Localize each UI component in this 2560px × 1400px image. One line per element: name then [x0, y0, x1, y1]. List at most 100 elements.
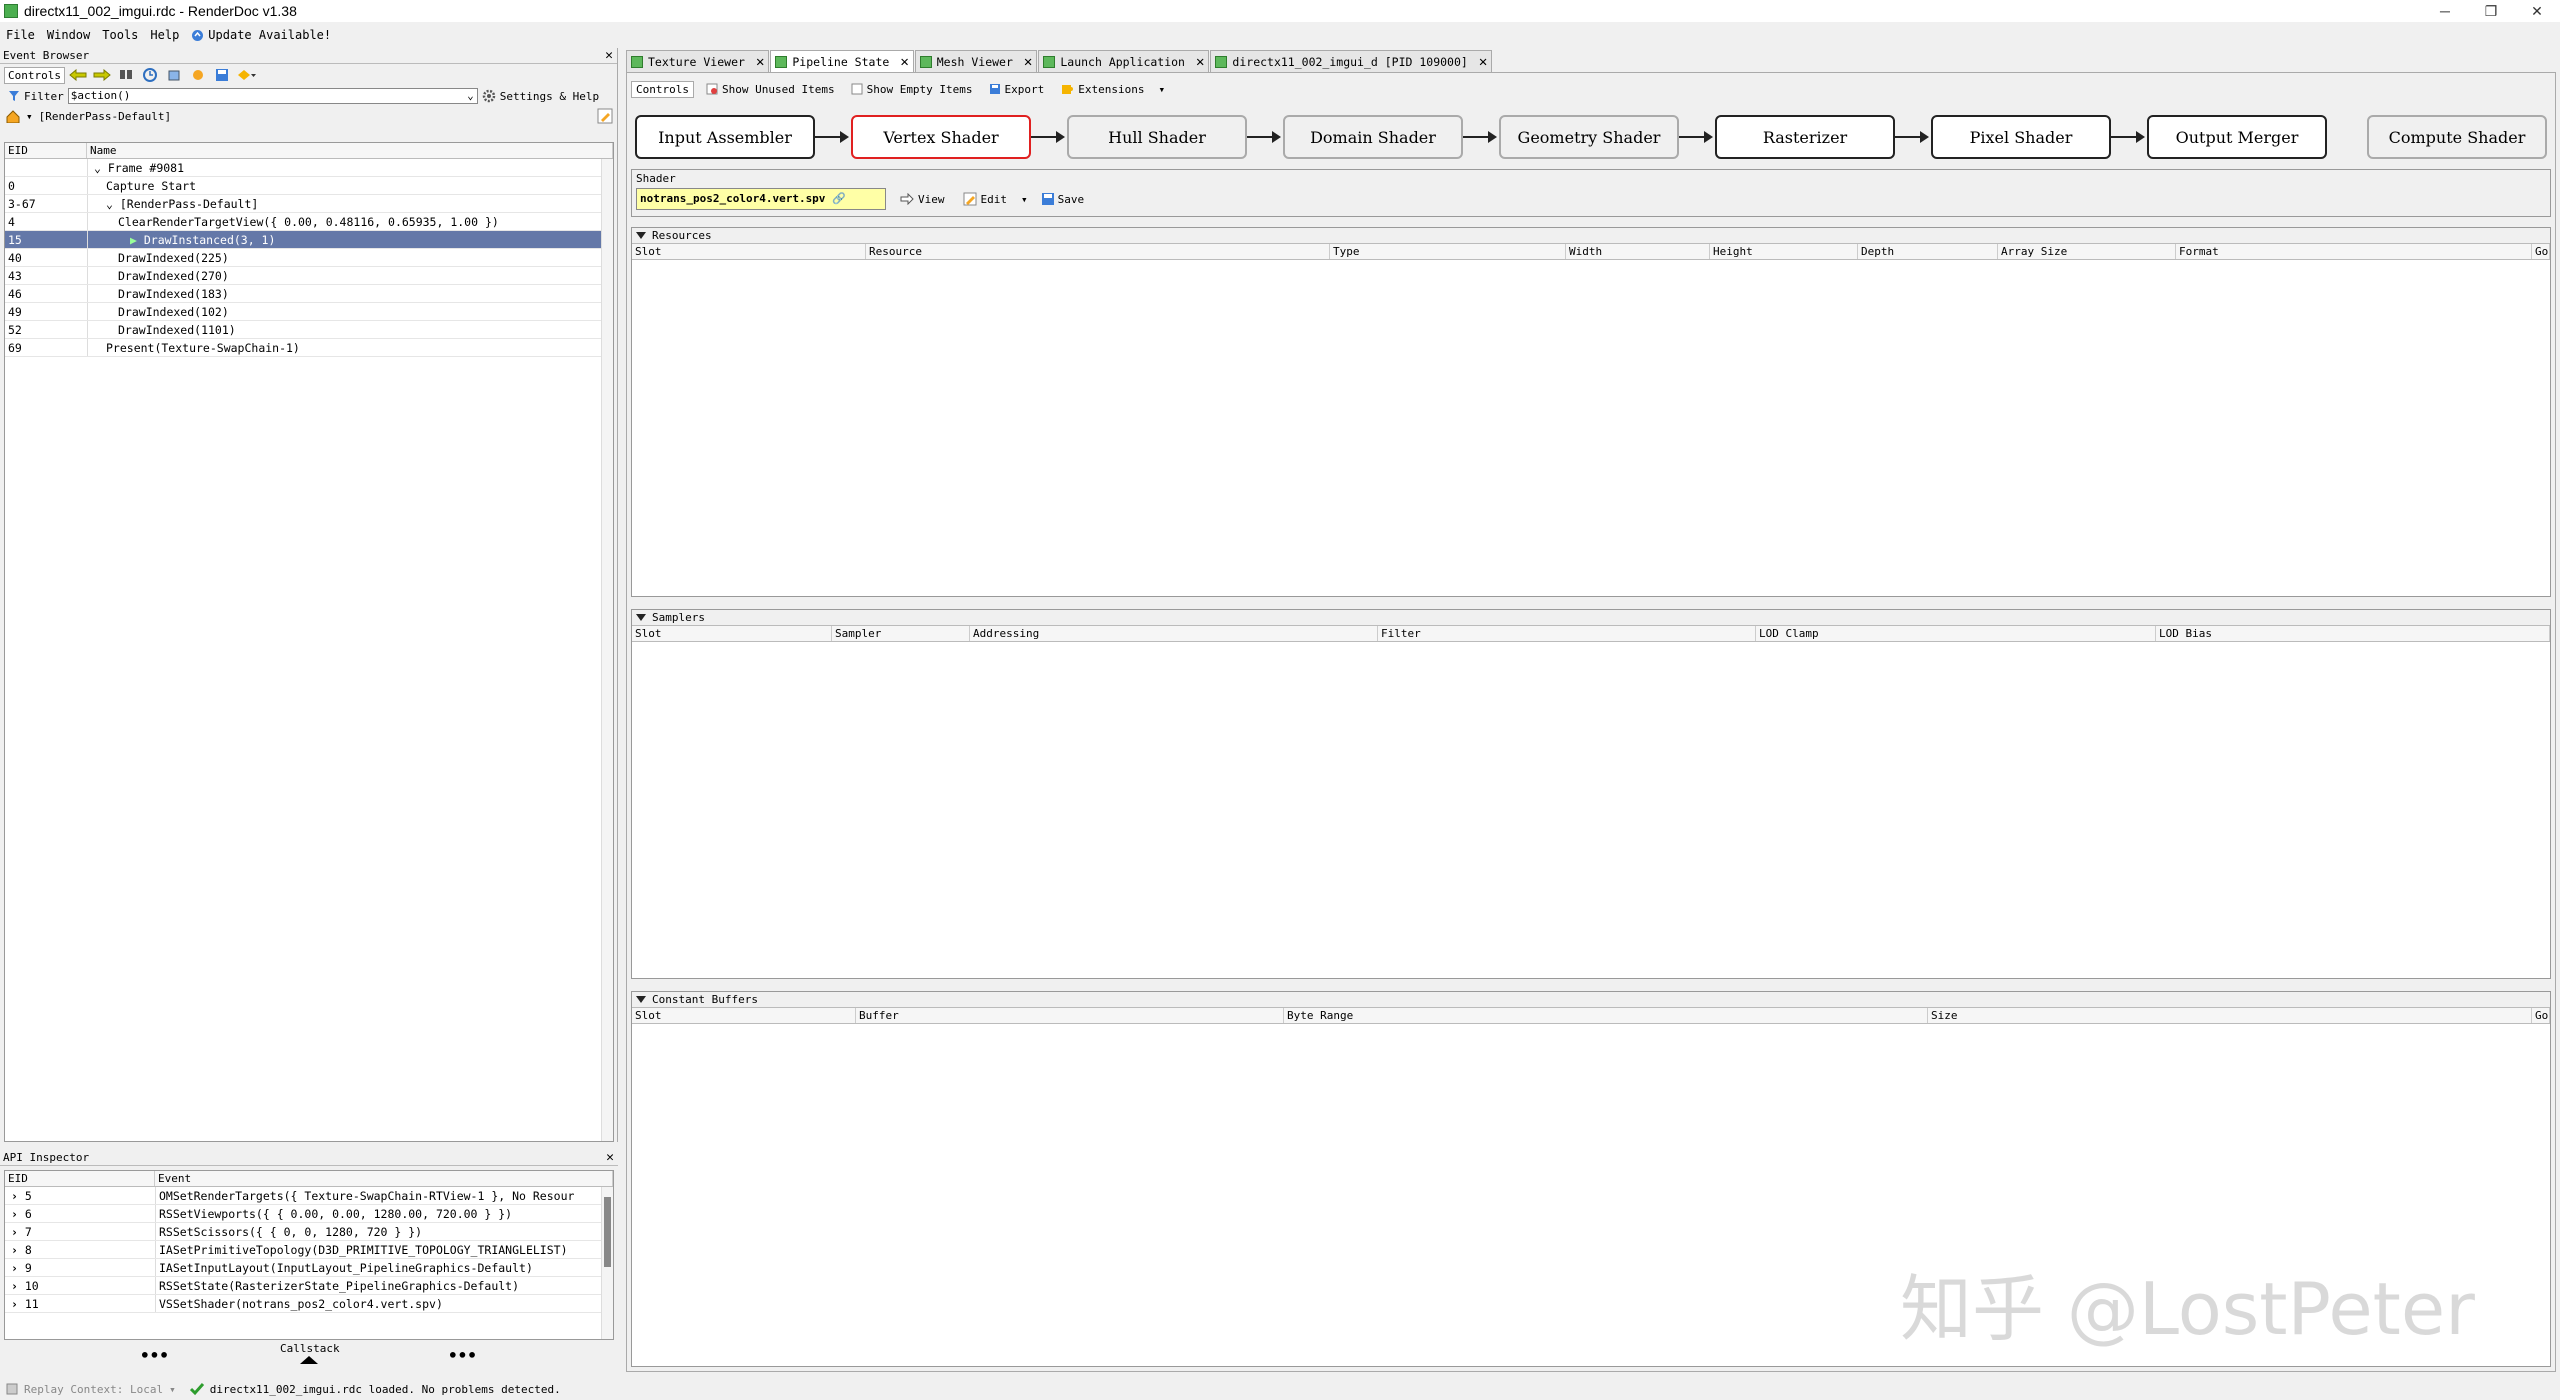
column-header[interactable]: Size — [1928, 1008, 2532, 1023]
event-row[interactable]: 49 DrawIndexed(102) — [5, 303, 613, 321]
stage-output-merger[interactable]: Output Merger — [2147, 115, 2327, 159]
callstack-up-icon[interactable] — [300, 1356, 318, 1364]
event-row[interactable]: 52 DrawIndexed(1101) — [5, 321, 613, 339]
api-row[interactable]: › 5 OMSetRenderTargets({ Texture-SwapChai… — [5, 1187, 613, 1205]
column-header[interactable]: Resource — [866, 244, 1330, 259]
event-row[interactable]: 3-67 ⌄ [RenderPass-Default] — [5, 195, 613, 213]
gear-icon[interactable] — [482, 89, 496, 103]
column-header[interactable]: Addressing — [970, 626, 1378, 641]
settings-help-button[interactable]: Settings & Help — [500, 90, 599, 103]
api-row[interactable]: › 9 IASetInputLayout(InputLayout_Pipeline… — [5, 1259, 613, 1277]
pipeline-controls-tab[interactable]: Controls — [631, 80, 694, 98]
collapse-caret-icon[interactable] — [636, 232, 646, 239]
tab-texture-viewer[interactable]: Texture Viewer ✕ — [626, 50, 770, 72]
shader-name-field[interactable]: notrans_pos2_color4.vert.spv 🔗 — [636, 188, 886, 210]
restore-button[interactable]: ❐ — [2468, 0, 2514, 22]
link-icon[interactable]: 🔗 — [832, 192, 846, 205]
view-shader-button[interactable]: View — [896, 189, 949, 209]
api-scroll-thumb[interactable] — [604, 1197, 611, 1267]
home-icon[interactable] — [6, 109, 20, 123]
extensions-button[interactable]: Extensions ▾ — [1056, 79, 1169, 99]
replay-dropdown-icon[interactable]: ▾ — [169, 1383, 176, 1396]
close-tab-icon[interactable]: ✕ — [900, 54, 908, 70]
stage-rasterizer[interactable]: Rasterizer — [1715, 115, 1895, 159]
show-unused-button[interactable]: Show Unused Items — [702, 79, 839, 99]
col-eid[interactable]: EID — [5, 143, 87, 158]
edit-dropdown-icon[interactable]: ▾ — [1021, 193, 1028, 206]
expand-icon[interactable]: ⌄ — [94, 161, 108, 175]
close-tab-icon[interactable]: ✕ — [756, 54, 764, 70]
column-header[interactable]: Type — [1330, 244, 1566, 259]
column-header[interactable]: LOD Bias — [2156, 626, 2550, 641]
expand-icon[interactable]: › — [11, 1261, 25, 1275]
column-header[interactable]: Depth — [1858, 244, 1998, 259]
samplers-header[interactable]: Samplers — [632, 610, 2550, 626]
column-header[interactable]: Filter — [1378, 626, 1756, 641]
stage-pixel-shader[interactable]: Pixel Shader — [1931, 115, 2111, 159]
expand-icon[interactable]: › — [11, 1243, 25, 1257]
api-row[interactable]: › 6 RSSetViewports({ { 0.00, 0.00, 1280.0… — [5, 1205, 613, 1223]
stage-hull-shader[interactable]: Hull Shader — [1067, 115, 1247, 159]
constant-buffers-header[interactable]: Constant Buffers — [632, 992, 2550, 1008]
menu-update-available[interactable]: Update Available! — [185, 28, 337, 42]
event-row[interactable]: ⌄ Frame #9081 — [5, 159, 613, 177]
stage-vertex-shader[interactable]: Vertex Shader — [851, 115, 1031, 159]
menu-file[interactable]: File — [0, 28, 41, 42]
stage-compute-shader[interactable]: Compute Shader — [2367, 115, 2547, 159]
menu-tools[interactable]: Tools — [96, 28, 144, 42]
replay-context[interactable]: Replay Context: Local — [24, 1383, 163, 1396]
column-header[interactable]: Go — [2532, 244, 2550, 259]
save-icon[interactable] — [211, 65, 233, 85]
api-row[interactable]: › 11 VSSetShader(notrans_pos2_color4.vert… — [5, 1295, 613, 1313]
event-tree[interactable]: EID Name ⌄ Frame #9081 0 Capture Start 3-67… — [4, 142, 614, 1142]
tab-directx11-002-imgui-d-pid-109000[interactable]: directx11_002_imgui_d [PID 109000] ✕ — [1210, 50, 1493, 72]
callstack-toggle[interactable]: Callstack — [280, 1342, 340, 1355]
forward-arrow-icon[interactable] — [91, 65, 113, 85]
expand-icon[interactable]: › — [11, 1297, 25, 1311]
api-scrollbar[interactable] — [601, 1187, 613, 1339]
col-api-event[interactable]: Event — [155, 1171, 613, 1186]
extensions-dropdown-icon[interactable]: ▾ — [1159, 83, 1166, 96]
api-table[interactable]: EID Event › 5 OMSetRenderTargets({ Textur… — [4, 1170, 614, 1340]
event-row[interactable]: 0 Capture Start — [5, 177, 613, 195]
resources-header[interactable]: Resources — [632, 228, 2550, 244]
tab-mesh-viewer[interactable]: Mesh Viewer ✕ — [914, 50, 1038, 72]
api-row[interactable]: › 10 RSSetState(RasterizerState_PipelineG… — [5, 1277, 613, 1295]
edit-shader-button[interactable]: Edit — [959, 189, 1012, 209]
breadcrumb-dropdown-icon[interactable]: ▾ — [26, 110, 33, 123]
column-header[interactable]: Byte Range — [1284, 1008, 1928, 1023]
export-button[interactable]: Export — [985, 79, 1049, 99]
api-row[interactable]: › 8 IASetPrimitiveTopology(D3D_PRIMITIVE_… — [5, 1241, 613, 1259]
col-api-eid[interactable]: EID — [5, 1171, 155, 1186]
column-header[interactable]: Buffer — [856, 1008, 1284, 1023]
event-row[interactable]: 15 ▶ DrawInstanced(3, 1) — [5, 231, 613, 249]
find-icon[interactable] — [115, 65, 137, 85]
expand-icon[interactable]: › — [11, 1189, 25, 1203]
filter-dropdown-icon[interactable]: ⌄ — [467, 89, 474, 103]
column-header[interactable]: Slot — [632, 626, 832, 641]
edit-bookmark-icon[interactable] — [597, 108, 613, 124]
stage-input-assembler[interactable]: Input Assembler — [635, 115, 815, 159]
close-tab-icon[interactable]: ✕ — [1479, 54, 1487, 70]
column-header[interactable]: Slot — [632, 244, 866, 259]
close-tab-icon[interactable]: ✕ — [1024, 54, 1032, 70]
event-row[interactable]: 69 Present(Texture-SwapChain-1) — [5, 339, 613, 357]
close-tab-icon[interactable]: ✕ — [1196, 54, 1204, 70]
expand-icon[interactable]: ⌄ — [106, 197, 120, 211]
tab-launch-application[interactable]: Launch Application ✕ — [1038, 50, 1210, 72]
column-header[interactable]: Array Size — [1998, 244, 2176, 259]
event-row[interactable]: 4 ClearRenderTargetView({ 0.00, 0.48116, … — [5, 213, 613, 231]
close-api-inspector-icon[interactable]: ✕ — [606, 1150, 614, 1165]
close-event-browser-icon[interactable]: ✕ — [605, 48, 613, 63]
event-scrollbar[interactable] — [601, 159, 613, 1141]
stage-domain-shader[interactable]: Domain Shader — [1283, 115, 1463, 159]
expand-icon[interactable]: › — [11, 1279, 25, 1293]
controls-tab[interactable]: Controls — [4, 66, 65, 84]
splitter-left[interactable]: ••• — [140, 1346, 169, 1365]
tab-pipeline-state[interactable]: Pipeline State ✕ — [770, 50, 914, 72]
menu-help[interactable]: Help — [144, 28, 185, 42]
event-row[interactable]: 43 DrawIndexed(270) — [5, 267, 613, 285]
column-header[interactable]: Go — [2532, 1008, 2550, 1023]
stage-geometry-shader[interactable]: Geometry Shader — [1499, 115, 1679, 159]
column-header[interactable]: Format — [2176, 244, 2532, 259]
